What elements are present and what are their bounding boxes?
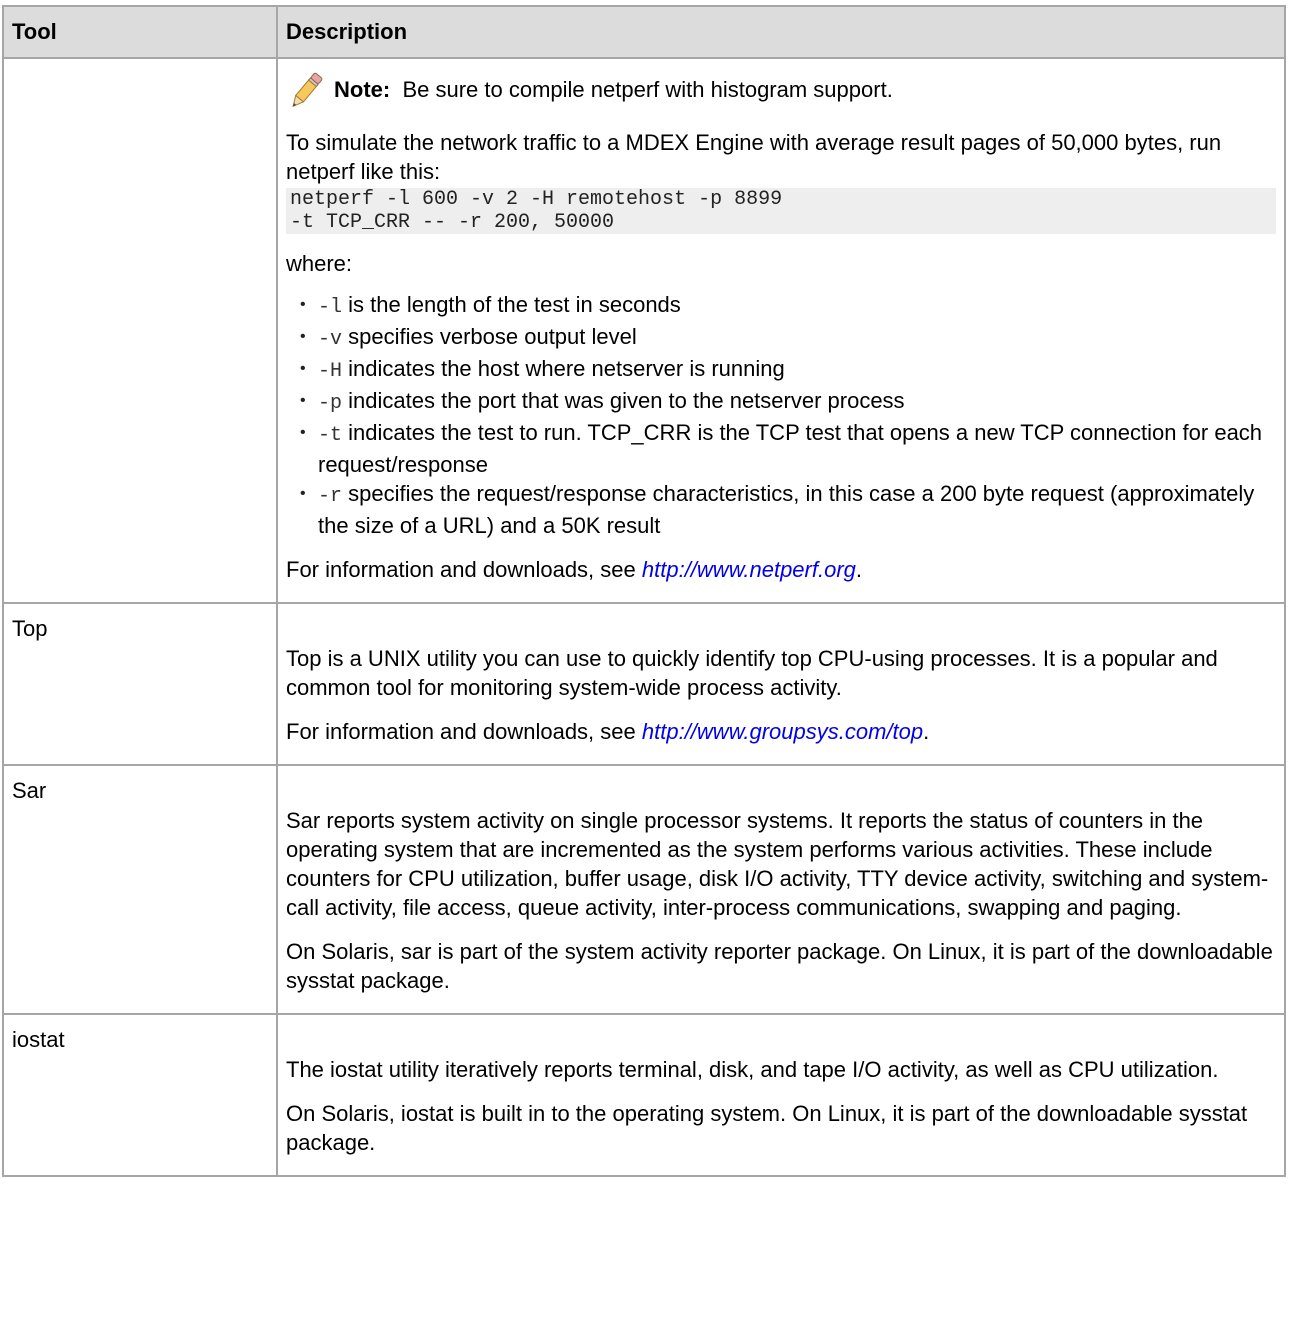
note-label: Note: — [334, 77, 391, 102]
table-row: Note: Be sure to compile netperf with hi… — [2, 57, 1286, 604]
tool-cell — [2, 57, 278, 604]
iostat-description: The iostat utility iteratively reports t… — [286, 1057, 1219, 1082]
info-suffix: . — [855, 557, 863, 582]
flag-text: indicates the test to run. TCP_CRR is th… — [318, 420, 1263, 477]
description-cell: The iostat utility iteratively reports t… — [276, 1013, 1286, 1177]
pencil-icon — [292, 72, 323, 108]
iostat-platform-note: On Solaris, iostat is built in to the op… — [286, 1101, 1248, 1155]
table-row: Top Top is a UNIX utility you can use to… — [2, 602, 1286, 766]
list-item: -r specifies the request/response charac… — [296, 479, 1276, 540]
tool-cell: iostat — [2, 1013, 278, 1177]
list-item: -l is the length of the test in seconds — [296, 290, 1276, 322]
flag-code: -v — [318, 328, 343, 351]
description-cell: Top is a UNIX utility you can use to qui… — [276, 602, 1286, 766]
info-line: For information and downloads, see http:… — [286, 555, 1276, 584]
info-suffix: . — [923, 719, 930, 744]
table-row: Sar Sar reports system activity on singl… — [2, 764, 1286, 1015]
code-block: netperf -l 600 -v 2 -H remotehost -p 889… — [286, 188, 1276, 234]
flag-text: indicates the host where netserver is ru… — [348, 356, 785, 381]
where-label: where: — [286, 251, 353, 276]
tools-table: Tool Description Note: Be sure to compil… — [2, 5, 1286, 1177]
info-prefix: For information and downloads, see — [286, 557, 636, 582]
description-cell: Note: Be sure to compile netperf with hi… — [276, 57, 1286, 604]
netperf-intro: To simulate the network traffic to a MDE… — [286, 130, 1222, 184]
options-list: -l is the length of the test in seconds … — [286, 290, 1276, 540]
flag-text: is the length of the test in seconds — [348, 292, 681, 317]
flag-code: -r — [318, 485, 343, 508]
tool-cell: Top — [2, 602, 278, 766]
list-item: -v specifies verbose output level — [296, 322, 1276, 354]
list-item: -H indicates the host where netserver is… — [296, 354, 1276, 386]
list-item: -t indicates the test to run. TCP_CRR is… — [296, 418, 1276, 479]
description-cell: Sar reports system activity on single pr… — [276, 764, 1286, 1015]
flag-code: -t — [318, 424, 343, 447]
list-item: -p indicates the port that was given to … — [296, 386, 1276, 418]
header-row: Tool Description — [2, 5, 1286, 59]
sar-description: Sar reports system activity on single pr… — [286, 808, 1269, 920]
top-description: Top is a UNIX utility you can use to qui… — [286, 646, 1218, 700]
header-tool: Tool — [2, 5, 278, 59]
note-text: Be sure to compile netperf with histogra… — [402, 77, 893, 102]
flag-text: indicates the port that was given to the… — [348, 388, 905, 413]
flag-text: specifies verbose output level — [348, 324, 637, 349]
flag-code: -p — [318, 392, 343, 415]
header-description: Description — [276, 5, 1286, 59]
top-link[interactable]: http://www.groupsys.com/top — [642, 719, 923, 744]
flag-code: -l — [318, 296, 343, 319]
note: Note: Be sure to compile netperf with hi… — [286, 69, 1276, 113]
info-prefix: For information and downloads, see — [286, 719, 636, 744]
sar-platform-note: On Solaris, sar is part of the system ac… — [286, 939, 1273, 993]
info-line: For information and downloads, see http:… — [286, 717, 1276, 746]
table-row: iostat The iostat utility iteratively re… — [2, 1013, 1286, 1177]
tool-cell: Sar — [2, 764, 278, 1015]
flag-code: -H — [318, 360, 343, 383]
netperf-link[interactable]: http://www.netperf.org — [642, 557, 856, 582]
flag-text: specifies the request/response character… — [318, 481, 1255, 538]
